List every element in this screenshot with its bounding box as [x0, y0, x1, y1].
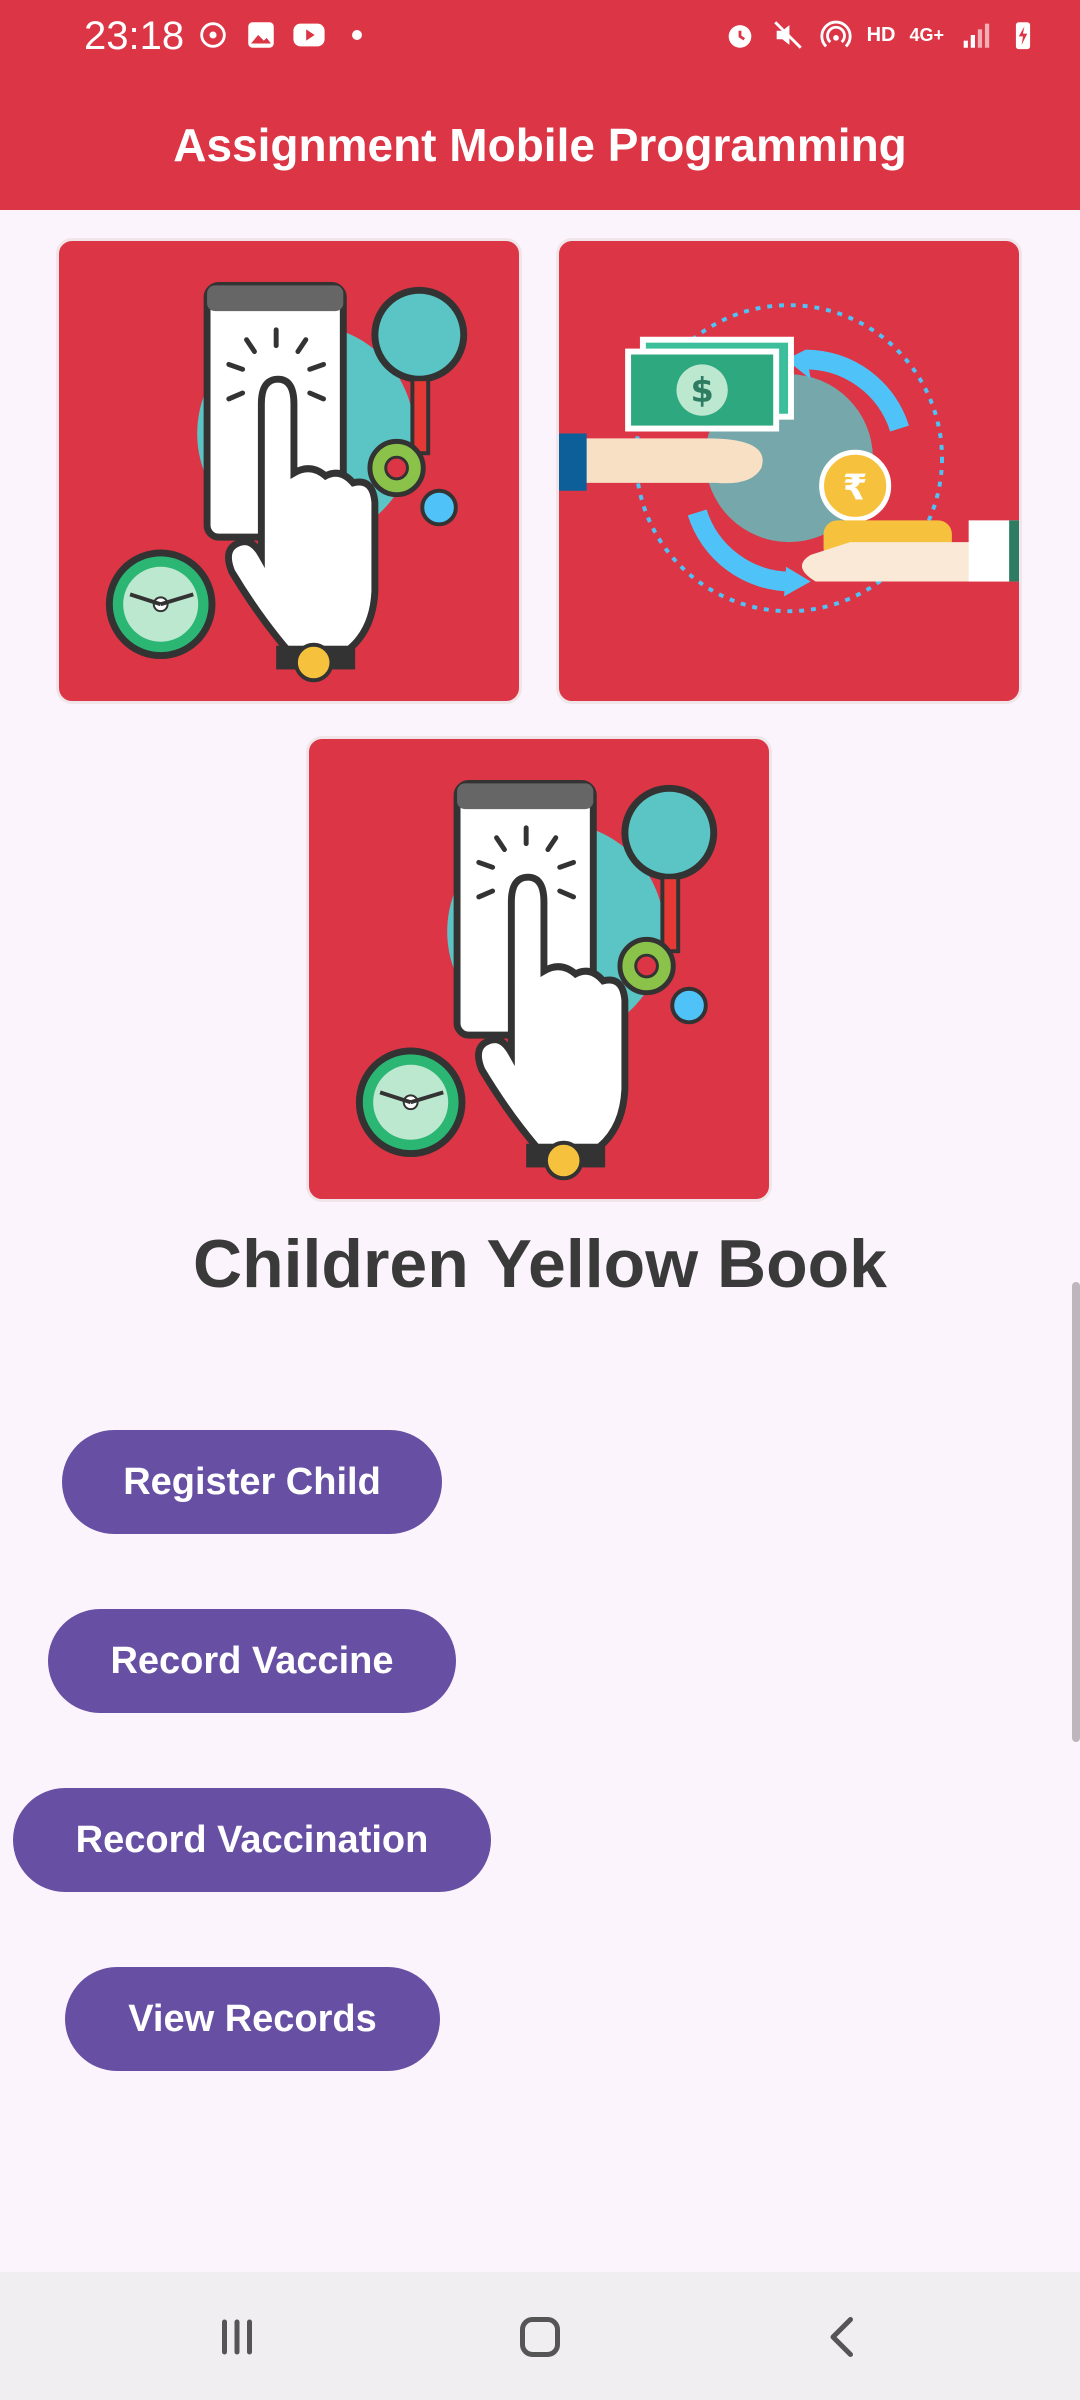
dot-icon	[340, 18, 374, 52]
record-vaccination-button[interactable]: Record Vaccination	[13, 1788, 491, 1892]
signal-icon	[958, 18, 992, 52]
scrollbar[interactable]	[1072, 1282, 1080, 1742]
back-icon[interactable]	[808, 2302, 878, 2372]
page-title: Children Yellow Book	[193, 1226, 887, 1302]
home-icon[interactable]	[505, 2302, 575, 2372]
status-bar: 23:18 HD 4G+	[0, 0, 1080, 80]
alarm-icon	[723, 18, 757, 52]
navigation-bar	[0, 2272, 1080, 2400]
view-records-button[interactable]: View Records	[65, 1967, 440, 2071]
register-child-button[interactable]: Register Child	[62, 1430, 442, 1534]
mute-icon	[771, 18, 805, 52]
battery-charging-icon	[1006, 18, 1040, 52]
svg-text:$: $	[690, 371, 713, 410]
svg-text:₹: ₹	[843, 468, 868, 509]
gallery-icon	[244, 18, 278, 52]
status-time: 23:18	[84, 14, 185, 58]
touch-illustration-image-2[interactable]	[306, 736, 772, 1202]
4g-icon: 4G+	[909, 24, 944, 45]
app-bar-title: Assignment Mobile Programming	[173, 119, 907, 171]
status-right-icons: HD 4G+	[723, 18, 1040, 52]
recent-apps-icon[interactable]	[202, 2302, 272, 2372]
hotspot-icon	[819, 18, 853, 52]
touch-illustration-image[interactable]	[56, 238, 522, 704]
record-vaccine-button[interactable]: Record Vaccine	[48, 1609, 456, 1713]
money-exchange-illustration-image[interactable]: $ ₹	[556, 238, 1022, 704]
hd-icon: HD	[866, 23, 896, 46]
sync-icon	[196, 18, 230, 52]
app-bar: Assignment Mobile Programming	[0, 80, 1080, 210]
status-left-icons	[196, 18, 374, 52]
youtube-icon	[292, 18, 326, 52]
